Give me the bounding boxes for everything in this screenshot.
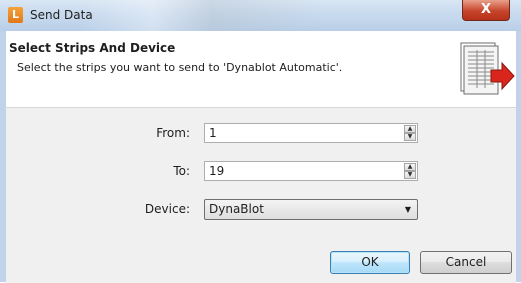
- title-bar[interactable]: L Send Data X: [0, 0, 521, 31]
- chevron-down-icon[interactable]: ▼: [405, 200, 411, 219]
- from-spinner[interactable]: ▲ ▼: [404, 125, 416, 141]
- to-increment-button[interactable]: ▲: [404, 163, 416, 171]
- to-field[interactable]: 19 ▲ ▼: [204, 161, 418, 181]
- dialog-body: From: 1 ▲ ▼ To: 19 ▲ ▼ Device: DynaBlot …: [6, 107, 516, 283]
- device-label: Device:: [144, 202, 190, 216]
- cancel-button[interactable]: Cancel: [420, 251, 512, 274]
- from-decrement-button[interactable]: ▼: [404, 133, 416, 141]
- device-select[interactable]: DynaBlot ▼: [204, 199, 418, 220]
- ok-button[interactable]: OK: [330, 251, 410, 274]
- dialog-header: Select Strips And Device Select the stri…: [6, 36, 516, 107]
- header-title: Select Strips And Device: [9, 41, 176, 55]
- to-spinner[interactable]: ▲ ▼: [404, 163, 416, 179]
- close-button[interactable]: X: [462, 0, 510, 21]
- send-data-dialog: L Send Data X Select Strips And Device S…: [0, 0, 521, 283]
- to-label: To:: [173, 164, 190, 178]
- from-value: 1: [209, 126, 217, 140]
- app-icon: L: [8, 7, 23, 23]
- from-increment-button[interactable]: ▲: [404, 125, 416, 133]
- window-frame-right: [516, 31, 521, 282]
- to-value: 19: [209, 164, 225, 178]
- from-label: From:: [156, 126, 190, 140]
- window-title: Send Data: [30, 8, 93, 22]
- to-decrement-button[interactable]: ▼: [404, 171, 416, 179]
- document-send-icon: [460, 42, 515, 95]
- device-value: DynaBlot: [209, 202, 264, 216]
- from-field[interactable]: 1 ▲ ▼: [204, 123, 418, 143]
- header-subtitle: Select the strips you want to send to 'D…: [17, 61, 343, 74]
